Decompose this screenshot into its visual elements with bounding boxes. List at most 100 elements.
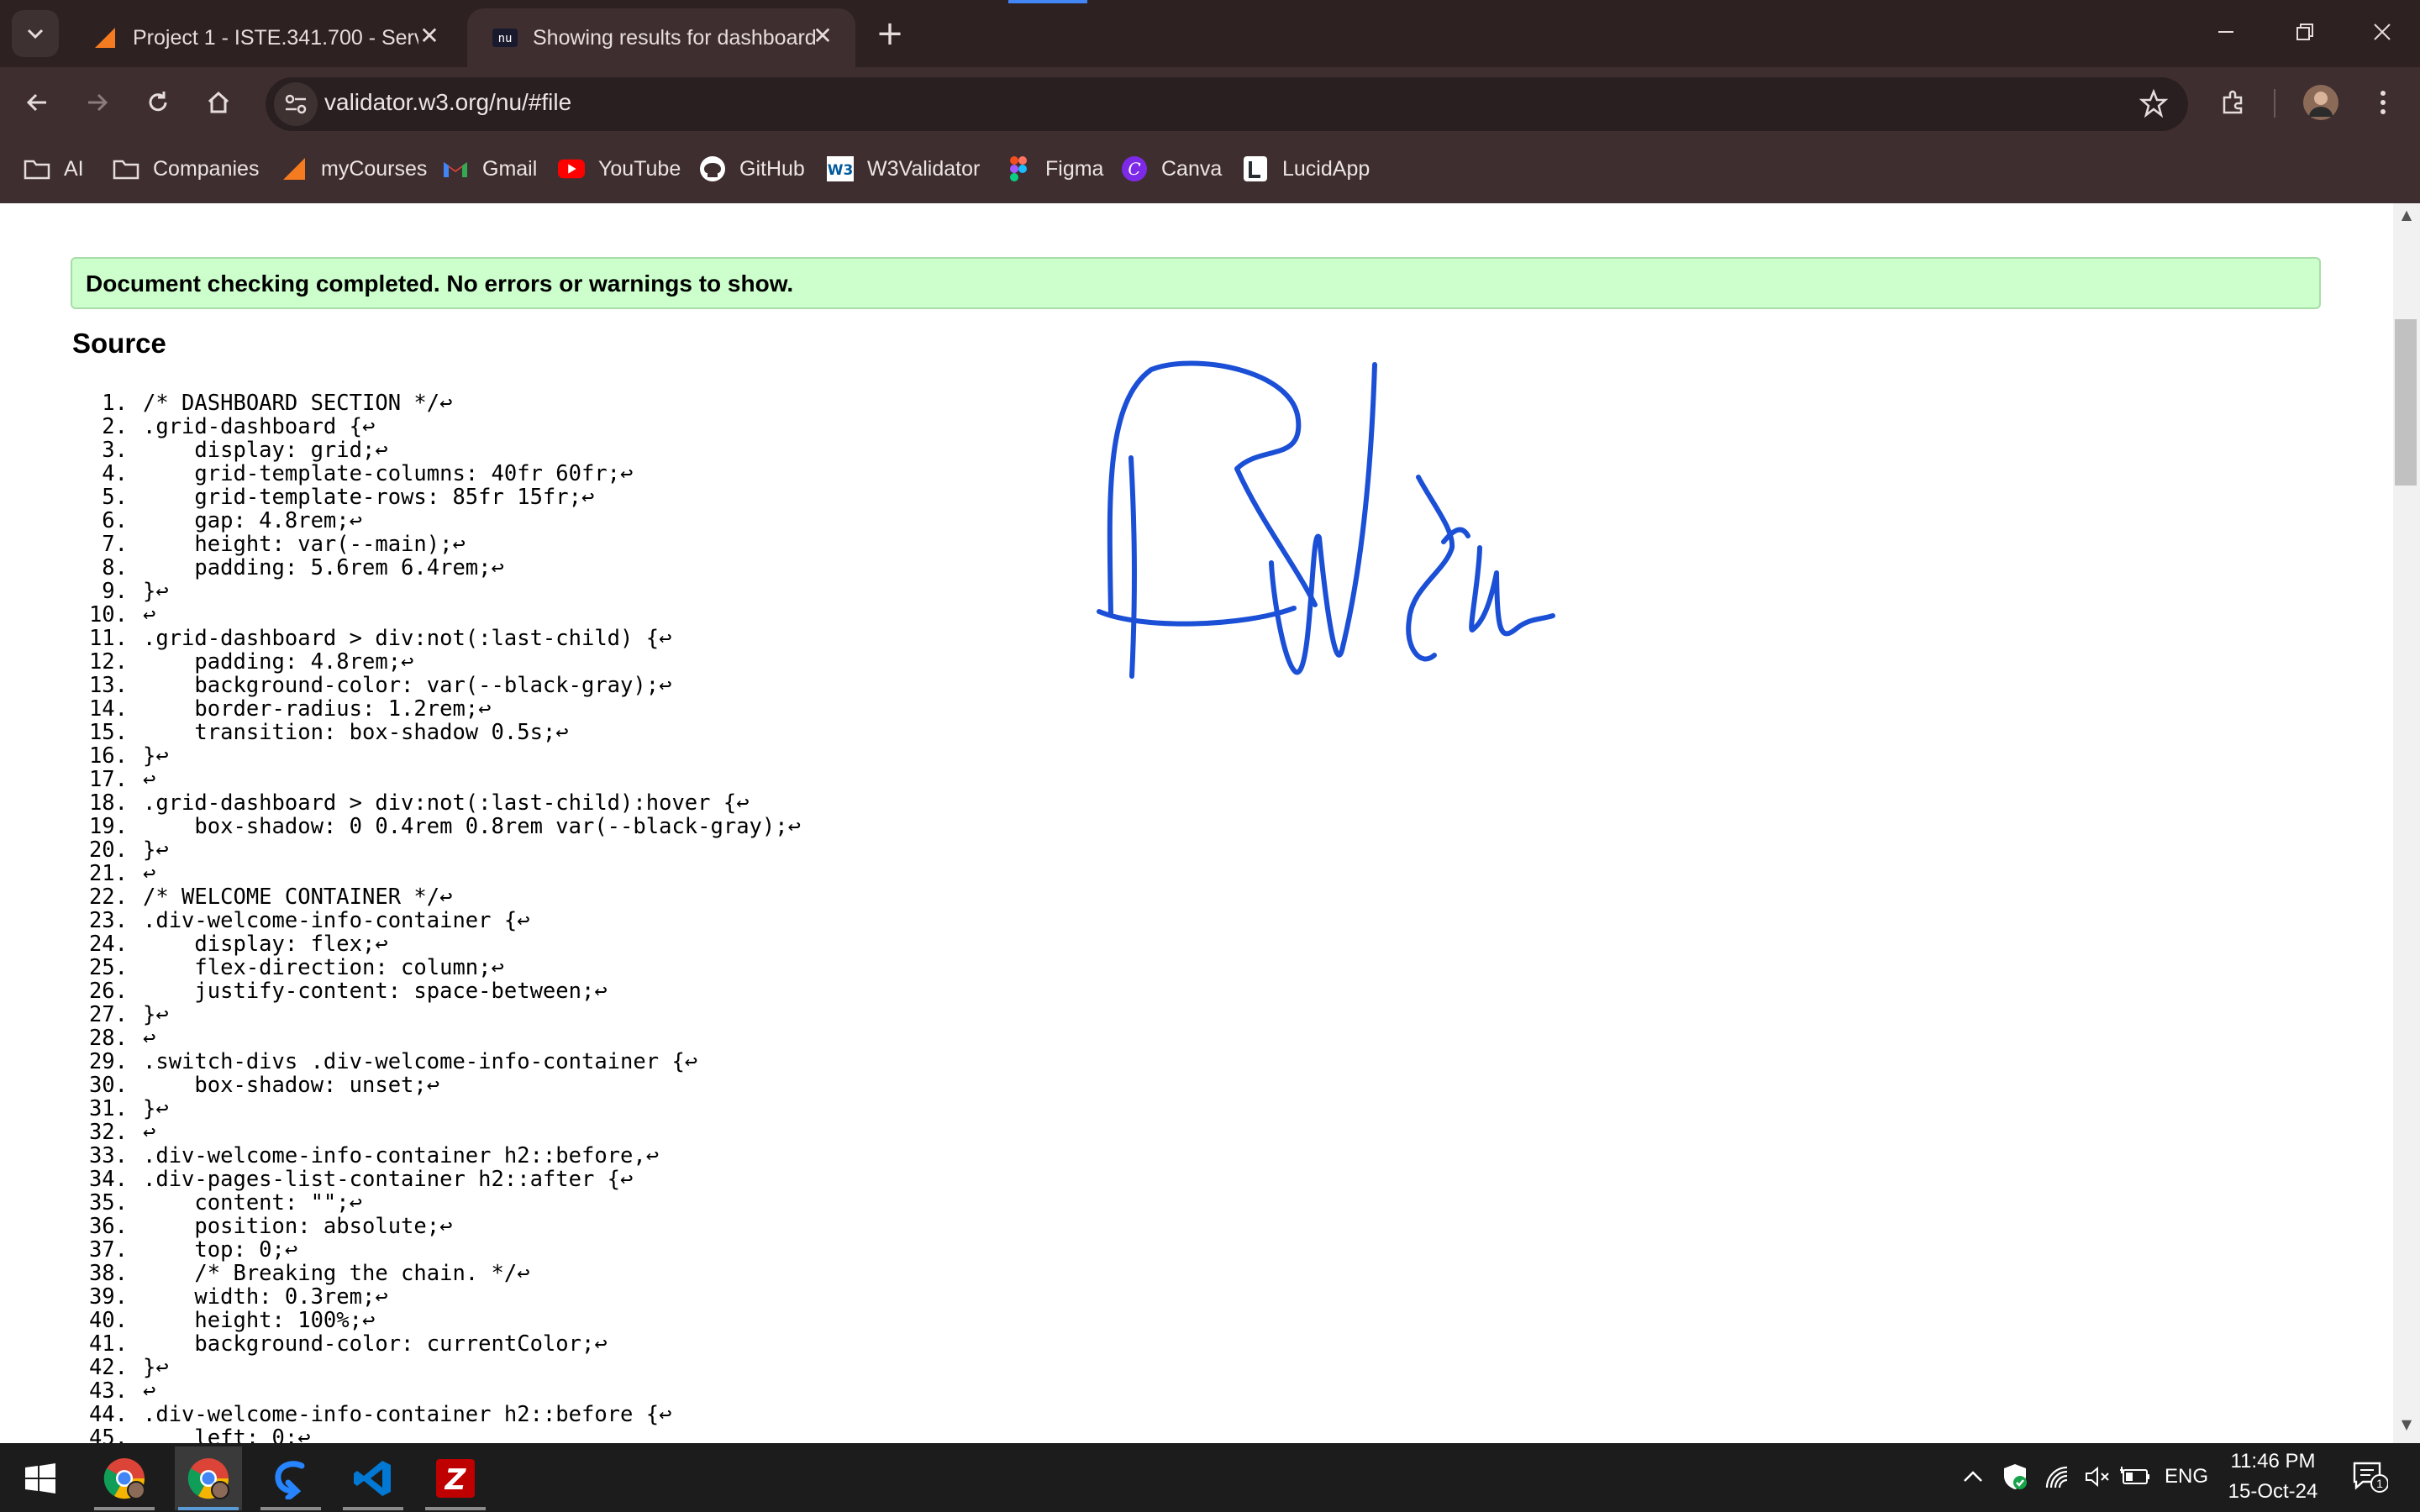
bookmark-lucidapp[interactable]: LucidApp (1242, 148, 1370, 190)
source-line: 15. transition: box-shadow 0.5s;↩ (81, 721, 1173, 744)
avatar (2303, 85, 2338, 120)
line-number: 5. (102, 485, 128, 510)
scroll-up-arrow-icon[interactable]: ▲ (2393, 207, 2420, 232)
github-icon (699, 155, 726, 182)
line-code: ↩ (143, 862, 155, 885)
source-line: 5. grid-template-rows: 85fr 15fr;↩ (81, 486, 1173, 509)
notification-center-button[interactable]: 1 (2344, 1458, 2395, 1495)
back-button[interactable] (15, 81, 59, 124)
source-line: 41. background-color: currentColor;↩ (81, 1332, 1173, 1356)
tab-validator-results[interactable]: nu Showing results for dashboard.c ✕ (467, 8, 855, 67)
line-return-marker: ↩ (659, 626, 672, 651)
line-number: 38. (88, 1261, 128, 1286)
home-button[interactable] (197, 81, 240, 124)
line-code: height: var(--main);↩ (143, 533, 465, 556)
code-text: background-color: var(--black-gray); (143, 673, 660, 698)
app-running-indicator (260, 1507, 321, 1510)
line-number: 32. (88, 1120, 128, 1145)
taskbar-filezilla[interactable]: Z (422, 1446, 489, 1510)
bookmark-github[interactable]: GitHub (699, 148, 805, 190)
close-window-button[interactable] (2344, 12, 2420, 55)
source-line: 25. flex-direction: column;↩ (81, 956, 1173, 979)
source-line: 8. padding: 5.6rem 6.4rem;↩ (81, 556, 1173, 580)
line-code: left: 0;↩ (143, 1426, 310, 1443)
source-line: 36. position: absolute;↩ (81, 1215, 1173, 1238)
arrow-left-icon (26, 93, 46, 112)
line-number: 8. (102, 555, 128, 580)
extensions-button[interactable] (2212, 81, 2255, 124)
line-return-marker: ↩ (362, 414, 376, 439)
bookmark-mycourses[interactable]: myCourses (281, 148, 427, 190)
nu-validator-favicon-icon: nu (492, 25, 518, 50)
line-code: .div-pages-list-container h2::after {↩ (143, 1168, 633, 1191)
bookmark-youtube[interactable]: YouTube (558, 148, 681, 190)
source-line: 1. /* DASHBOARD SECTION */↩ (81, 391, 1173, 415)
address-bar[interactable]: validator.w3.org/nu/#file (266, 77, 2188, 131)
taskbar-chrome[interactable] (175, 1446, 242, 1510)
source-line: 45. left: 0;↩ (81, 1426, 1173, 1443)
taskbar-sourcetree[interactable] (257, 1446, 324, 1510)
source-line: 28. ↩ (81, 1026, 1173, 1050)
code-text: } (143, 1002, 156, 1027)
line-code: border-radius: 1.2rem;↩ (143, 697, 491, 721)
folder-icon (24, 155, 50, 182)
show-hidden-icons-button[interactable] (1956, 1458, 1990, 1495)
bookmark-folder-ai[interactable]: AI (24, 148, 84, 190)
forward-button[interactable] (76, 81, 119, 124)
close-tab-icon[interactable]: ✕ (417, 24, 442, 49)
profile-button[interactable] (2299, 81, 2343, 124)
line-return-marker: ↩ (375, 1284, 388, 1310)
code-text: grid-template-columns: 40fr 60fr; (143, 461, 621, 486)
tune-icon (285, 94, 307, 114)
browser-menu-button[interactable] (2361, 81, 2405, 124)
new-tab-button[interactable]: + (871, 15, 909, 54)
line-number: 42. (88, 1355, 128, 1380)
volume-tray[interactable] (2081, 1458, 2114, 1495)
line-code: ↩ (143, 1121, 155, 1144)
taskbar-chrome-profile[interactable] (91, 1446, 158, 1510)
close-icon (2374, 24, 2391, 40)
code-text: /* WELCOME CONTAINER */ (143, 885, 440, 910)
restore-button[interactable] (2267, 12, 2343, 55)
windows-security-tray[interactable] (1998, 1458, 2032, 1495)
source-line: 27.}↩ (81, 1003, 1173, 1026)
line-code: display: flex;↩ (143, 932, 387, 957)
bookmark-gmail[interactable]: Gmail (442, 148, 537, 190)
input-language[interactable]: ENG (2161, 1458, 2212, 1495)
network-tray[interactable] (2040, 1458, 2074, 1495)
code-text: display: flex; (143, 932, 376, 957)
tab-search-button[interactable] (12, 10, 59, 57)
code-text: box-shadow: unset; (143, 1073, 427, 1098)
taskbar-vscode[interactable] (339, 1446, 407, 1510)
site-info-button[interactable] (274, 82, 318, 126)
line-code: box-shadow: unset;↩ (143, 1074, 439, 1097)
clock-date[interactable]: 15-Oct-24 (2218, 1480, 2328, 1504)
bookmark-star-icon[interactable] (2139, 88, 2169, 121)
start-button[interactable] (7, 1446, 74, 1510)
bookmark-canva[interactable]: C Canva (1121, 148, 1222, 190)
battery-tray[interactable] (2118, 1458, 2154, 1495)
minimize-button[interactable] (2188, 12, 2264, 55)
close-tab-icon[interactable]: ✕ (810, 24, 835, 49)
app-running-indicator (425, 1507, 486, 1510)
scrollbar-thumb[interactable] (2395, 319, 2417, 486)
line-code: }↩ (143, 1003, 169, 1026)
bookmark-folder-companies[interactable]: Companies (113, 148, 259, 190)
bookmark-figma[interactable]: Figma (1005, 148, 1103, 190)
line-return-marker: ↩ (787, 814, 801, 839)
line-number: 21. (88, 861, 128, 886)
line-return-marker: ↩ (284, 1237, 298, 1263)
clock-time[interactable]: 11:46 PM (2218, 1450, 2328, 1473)
code-text: /* Breaking the chain. */ (143, 1261, 518, 1286)
source-line: 2. .grid-dashboard {↩ (81, 415, 1173, 438)
line-code: background-color: currentColor;↩ (143, 1332, 607, 1356)
tab-project-1[interactable]: Project 1 - ISTE.341.700 - Server ✕ (67, 8, 462, 67)
source-line: 23. .div-welcome-info-container {↩ (81, 909, 1173, 932)
source-line: 14. border-radius: 1.2rem;↩ (81, 697, 1173, 721)
reload-button[interactable] (136, 81, 180, 124)
bookmark-w3validator[interactable]: W3 W3Validator (827, 148, 980, 190)
source-line: 22. /* WELCOME CONTAINER */↩ (81, 885, 1173, 909)
source-heading: Source (72, 328, 166, 359)
scroll-down-arrow-icon[interactable]: ▼ (2393, 1416, 2420, 1441)
line-number: 6. (102, 508, 128, 533)
